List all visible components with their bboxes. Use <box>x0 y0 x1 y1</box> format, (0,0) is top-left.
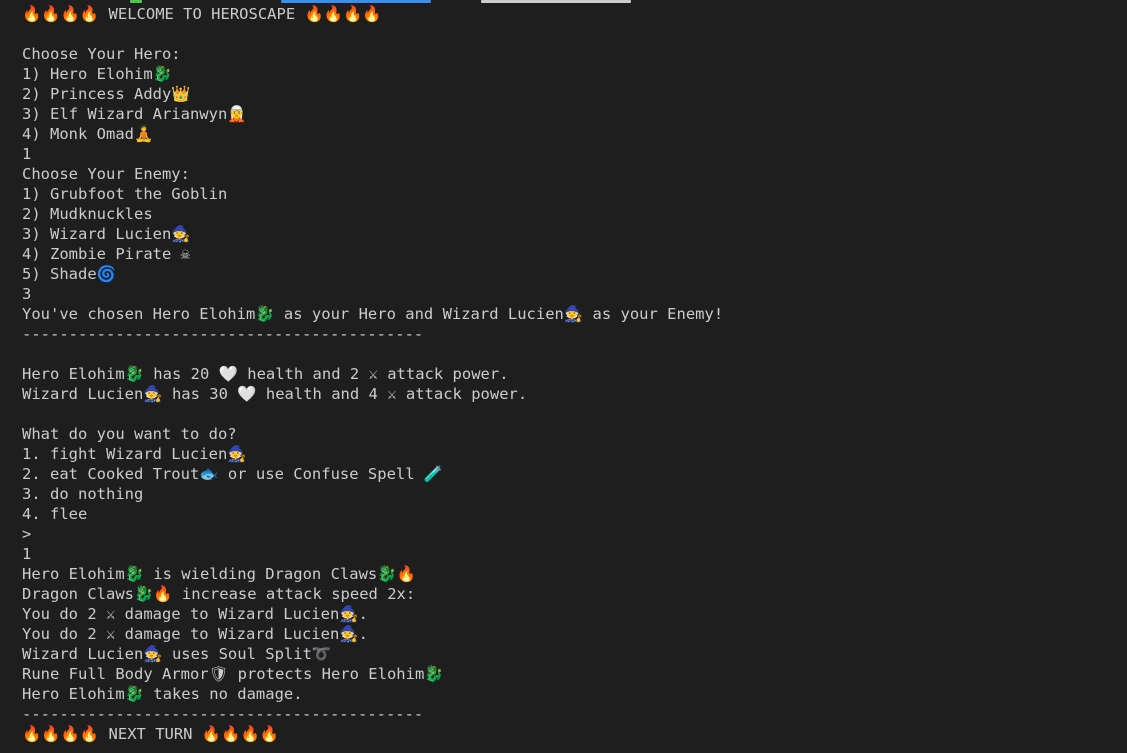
action-option-3: 3. do nothing <box>22 485 144 503</box>
action-option-1: 1. fight Wizard Lucien🧙 <box>22 445 247 463</box>
enemy-option-5: 5) Shade🌀 <box>22 265 116 283</box>
banner-next-turn: 🔥🔥🔥🔥 NEXT TURN 🔥🔥🔥🔥 <box>22 725 280 743</box>
battle-log-enemy-spell: Wizard Lucien🧙 uses Soul Split➰ <box>22 645 332 663</box>
enemy-option-1: 1) Grubfoot the Goblin <box>22 185 228 203</box>
hero-option-4: 4) Monk Omad🧘 <box>22 125 154 143</box>
hero-stats: Hero Elohim🐉 has 20 🤍 health and 2 ⚔ att… <box>22 365 509 383</box>
battle-log-weapon-effect: Dragon Claws🐉🔥 increase attack speed 2x: <box>22 585 416 603</box>
hero-option-1: 1) Hero Elohim🐉 <box>22 65 172 83</box>
battle-log-armor: Rune Full Body Armor🛡 protects Hero Eloh… <box>22 665 444 683</box>
enemy-option-4: 4) Zombie Pirate ☠ <box>22 245 190 263</box>
action-option-2: 2. eat Cooked Trout🐟 or use Confuse Spel… <box>22 465 444 483</box>
clipped-command-line <box>0 0 780 4</box>
input-prompt: > <box>22 525 32 543</box>
divider: ----------------------------------------… <box>22 705 424 723</box>
action-prompt: What do you want to do? <box>22 425 237 443</box>
battle-log-damage: You do 2 ⚔ damage to Wizard Lucien🧙. <box>22 605 368 623</box>
battle-log-result: Hero Elohim🐉 takes no damage. <box>22 685 303 703</box>
banner-welcome: 🔥🔥🔥🔥 WELCOME TO HEROSCAPE 🔥🔥🔥🔥 <box>22 5 382 23</box>
user-input: 3 <box>22 285 32 303</box>
divider: ----------------------------------------… <box>22 325 424 343</box>
enemy-option-3: 3) Wizard Lucien🧙 <box>22 225 191 243</box>
enemy-stats: Wizard Lucien🧙 has 30 🤍 health and 4 ⚔ a… <box>22 385 528 403</box>
battle-log-weapon: Hero Elohim🐉 is wielding Dragon Claws🐉🔥 <box>22 565 416 583</box>
hero-option-3: 3) Elf Wizard Arianwyn🧝 <box>22 105 247 123</box>
terminal-window[interactable]: 🔥🔥🔥🔥 WELCOME TO HEROSCAPE 🔥🔥🔥🔥 Choose Yo… <box>0 0 1127 753</box>
enemy-option-2: 2) Mudknuckles <box>22 205 153 223</box>
selection-summary: You've chosen Hero Elohim🐉 as your Hero … <box>22 305 724 323</box>
hero-prompt: Choose Your Hero: <box>22 45 181 63</box>
hero-option-2: 2) Princess Addy👑 <box>22 85 191 103</box>
user-input: 1 <box>22 145 32 163</box>
enemy-prompt: Choose Your Enemy: <box>22 165 190 183</box>
battle-log-damage: You do 2 ⚔ damage to Wizard Lucien🧙. <box>22 625 368 643</box>
user-input: 1 <box>22 545 32 563</box>
action-option-4: 4. flee <box>22 505 88 523</box>
